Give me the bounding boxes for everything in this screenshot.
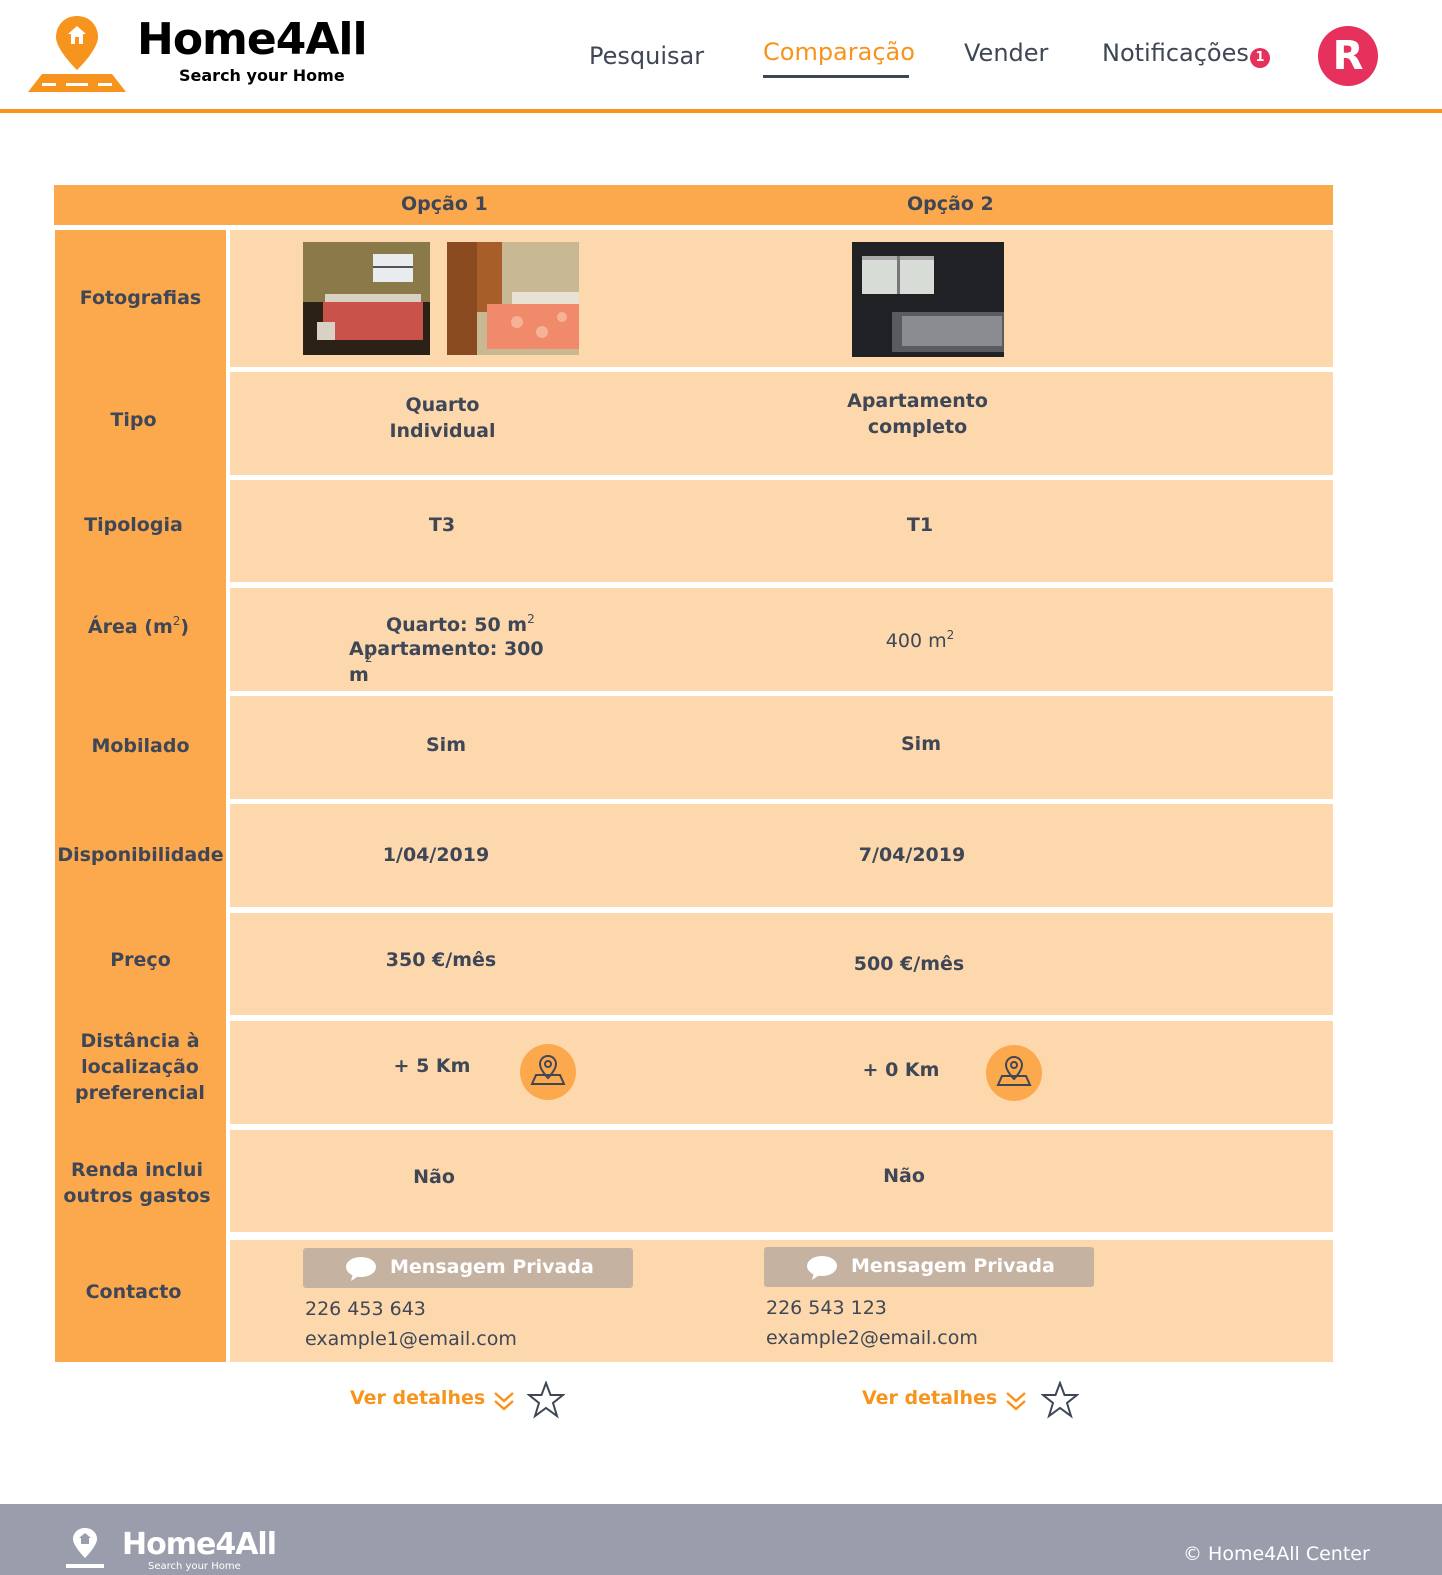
- option-1-type: Quarto Individual: [389, 394, 496, 442]
- nav-search[interactable]: Pesquisar: [589, 42, 704, 70]
- option-1-phone[interactable]: 226 453 643: [305, 1298, 426, 1320]
- active-tab-underline: [763, 75, 909, 78]
- option-2-rent-includes: Não: [883, 1165, 925, 1187]
- option-1-email[interactable]: example1@email.com: [305, 1328, 517, 1350]
- option-1-typology: T3: [428, 514, 456, 536]
- row-typology: [230, 480, 1333, 582]
- option-2-details-link[interactable]: Ver detalhes: [862, 1387, 997, 1409]
- map-pin-icon: [996, 1055, 1032, 1086]
- label-distance: Distância à localização preferencial: [75, 1030, 205, 1104]
- label-typology: Tipologia: [84, 514, 183, 536]
- option-1-photo-1[interactable]: [303, 242, 430, 355]
- label-type: Tipo: [110, 409, 157, 431]
- label-photos: Fotografias: [79, 287, 202, 309]
- option-2-private-message-button[interactable]: Mensagem Privada: [764, 1247, 1094, 1287]
- footer-logo-pin-icon: [66, 1528, 104, 1568]
- user-avatar[interactable]: R: [1318, 26, 1378, 86]
- option-1-furnished: Sim: [426, 734, 466, 756]
- top-header: Home4All Search your Home Pesquisar Comp…: [0, 0, 1442, 110]
- chat-bubble-icon: [346, 1257, 376, 1281]
- option-2-area: 400 m2: [885, 628, 955, 652]
- label-rent-includes: Renda inclui outros gastos: [63, 1159, 211, 1207]
- options-header: Opção 1 Opção 2: [54, 185, 1333, 225]
- brand-subtitle: Search your Home: [179, 66, 345, 85]
- label-area: Área (m2): [87, 614, 190, 638]
- logo-pin-icon[interactable]: [28, 14, 126, 96]
- label-furnished: Mobilado: [91, 735, 190, 757]
- option-1-private-message-button[interactable]: Mensagem Privada: [303, 1248, 633, 1288]
- option-1-photo-2[interactable]: [447, 242, 579, 355]
- option-1-heading: Opção 1: [401, 193, 488, 215]
- option-2-heading: Opção 2: [907, 193, 994, 215]
- option-2-price: 500 €/mês: [853, 953, 965, 975]
- option-2-furnished: Sim: [901, 733, 941, 755]
- option-1-favorite-star-icon[interactable]: [527, 1381, 565, 1419]
- nav-compare[interactable]: Comparação: [763, 38, 915, 66]
- option-2-favorite-star-icon[interactable]: [1041, 1381, 1079, 1419]
- map-pin-icon: [530, 1054, 566, 1085]
- option-2-distance: + 0 Km: [862, 1059, 940, 1081]
- option-2-typology: T1: [906, 514, 934, 536]
- nav-notifications[interactable]: Notificações: [1102, 39, 1249, 67]
- chevron-double-down-icon[interactable]: [1004, 1389, 1028, 1413]
- label-price: Preço: [110, 949, 171, 971]
- row-furnished: [230, 696, 1333, 799]
- option-1-availability: 1/04/2019: [382, 844, 490, 866]
- option-2-map-button[interactable]: [986, 1045, 1042, 1101]
- brand-title[interactable]: Home4All: [137, 14, 368, 65]
- option-1-distance: + 5 Km: [393, 1055, 471, 1077]
- option-2-phone[interactable]: 226 543 123: [766, 1297, 887, 1319]
- option-2-availability: 7/04/2019: [858, 844, 966, 866]
- header-divider: [0, 109, 1442, 113]
- option-1-area: Quarto: 50 m2 Apartamento: 300 m2: [349, 612, 544, 686]
- footer-copyright: © Home4All Center: [1183, 1543, 1370, 1565]
- nav-sell[interactable]: Vender: [964, 39, 1048, 67]
- footer-brand-subtitle: Search your Home: [148, 1561, 241, 1572]
- option-2-email[interactable]: example2@email.com: [766, 1327, 978, 1349]
- option-1-rent-includes: Não: [413, 1166, 455, 1188]
- footer-brand-title: Home4All: [122, 1527, 277, 1562]
- option-1-price: 350 €/mês: [385, 949, 497, 971]
- option-2-photo-1[interactable]: [852, 242, 1004, 357]
- label-availability: Disponibilidade: [57, 844, 224, 866]
- label-contact: Contacto: [85, 1281, 182, 1303]
- option-2-type: Apartamento completo: [847, 390, 988, 438]
- option-1-details-link[interactable]: Ver detalhes: [350, 1387, 485, 1409]
- notification-badge: 1: [1250, 48, 1270, 68]
- chevron-double-down-icon[interactable]: [492, 1389, 516, 1413]
- option-1-map-button[interactable]: [520, 1044, 576, 1100]
- chat-bubble-icon: [807, 1256, 837, 1280]
